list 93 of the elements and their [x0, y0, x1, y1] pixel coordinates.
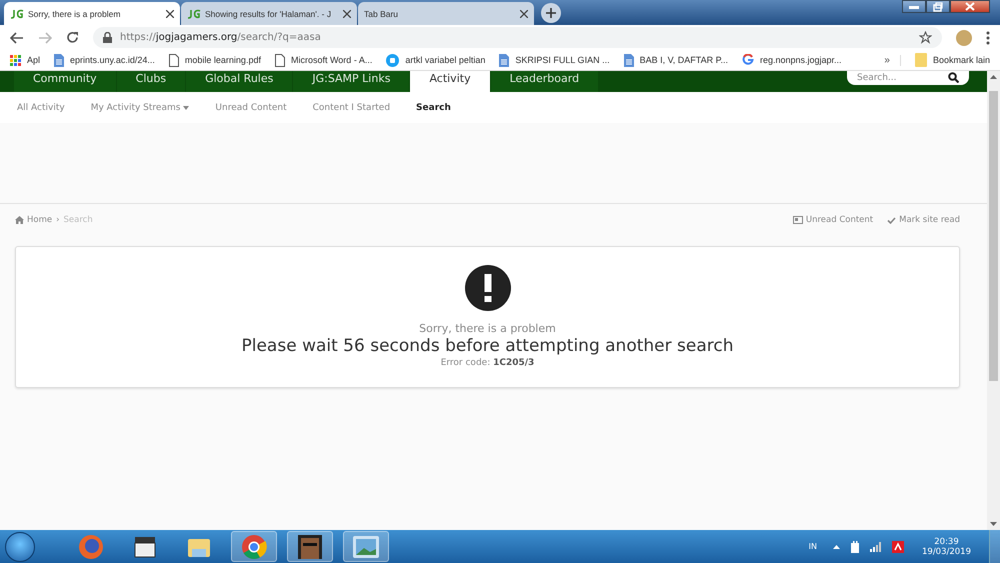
start-button[interactable]: [5, 532, 35, 562]
clock[interactable]: 20:39 19/03/2019: [922, 536, 971, 556]
back-icon[interactable]: [10, 32, 24, 44]
close-icon: [965, 2, 975, 11]
bookmark-label: eprints.uny.ac.id/24...: [70, 55, 155, 65]
subnav-tab[interactable]: All Activity: [17, 102, 65, 112]
document-icon: [54, 54, 64, 66]
new-tab-button[interactable]: [541, 3, 561, 23]
bookmark-label: Bookmark lain: [932, 55, 990, 65]
power-plug-icon[interactable]: [850, 540, 860, 552]
browser-tab[interactable]: Showing results for 'Halaman'. - J: [181, 2, 357, 25]
page-action-link[interactable]: Unread Content: [792, 215, 874, 225]
breadcrumb-current: Search: [64, 215, 93, 225]
more-bookmarks-button[interactable]: »: [884, 54, 901, 66]
google-g-icon: [742, 54, 754, 66]
bookmark-item[interactable]: reg.nonpns.jogjapr...: [742, 54, 842, 66]
nav-tab[interactable]: Community: [14, 71, 116, 92]
close-icon[interactable]: [343, 10, 351, 18]
signal-bars-icon[interactable]: [870, 542, 882, 552]
scroll-down-icon[interactable]: [990, 522, 997, 526]
page-icon: [274, 54, 285, 66]
apps-grid-icon: [10, 54, 21, 66]
tab-title: Sorry, there is a problem: [28, 8, 122, 18]
bookmark-label: artkl variabel peltian: [405, 55, 486, 65]
clock-time: 20:39: [934, 536, 959, 546]
game-icon[interactable]: [287, 531, 333, 562]
breadcrumb-separator: ›: [56, 215, 60, 225]
show-hidden-icons-icon[interactable]: [833, 544, 840, 548]
bookmark-label: mobile learning.pdf: [184, 55, 261, 65]
antivirus-icon[interactable]: [892, 540, 904, 552]
home-icon: [15, 216, 24, 224]
page-icon: [168, 54, 179, 66]
chrome-icon[interactable]: [231, 531, 277, 562]
close-icon[interactable]: [520, 10, 528, 18]
reload-icon[interactable]: [66, 31, 79, 44]
browser-tab[interactable]: Sorry, there is a problem: [4, 2, 180, 25]
bookmark-item[interactable]: BAB I, V, DAFTAR P...: [624, 54, 728, 66]
bookmark-label: SKRIPSI FULL GIAN ...: [515, 55, 610, 65]
address-bar[interactable]: https://jogjagamers.org/search/?q=aasa: [93, 27, 942, 48]
caret-icon: [183, 106, 190, 110]
site-logo-icon: [10, 8, 24, 18]
newspaper-icon: [792, 216, 803, 224]
bookmark-label: reg.nonpns.jogjapr...: [760, 55, 842, 65]
minimize-icon: [909, 4, 919, 8]
error-message: Please wait 56 seconds before attempting another search: [242, 336, 734, 356]
scrollbar[interactable]: [987, 71, 1000, 530]
bookmark-item[interactable]: SKRIPSI FULL GIAN ...: [499, 54, 610, 66]
menu-icon[interactable]: [986, 30, 990, 44]
nav-tab[interactable]: JG:SAMP Links: [293, 71, 410, 92]
checkmark-icon: [887, 216, 896, 224]
subnav-tab[interactable]: Unread Content: [215, 102, 287, 112]
bookmark-item[interactable]: mobile learning.pdf: [168, 54, 261, 66]
subnav-tab[interactable]: Content I Started: [312, 102, 390, 112]
bookmark-label: Microsoft Word - A...: [290, 55, 372, 65]
error-code: Error code: 1C205/3: [440, 358, 534, 368]
nav-tab[interactable]: Leaderboard: [490, 71, 598, 92]
bookmark-item[interactable]: artkl variabel peltian: [386, 54, 486, 66]
restore-button[interactable]: [926, 0, 950, 13]
lock-icon: [103, 32, 112, 43]
search-icon[interactable]: [948, 72, 959, 83]
exclamation-icon: [464, 265, 510, 311]
plus-icon: [546, 8, 556, 18]
bookmark-folder[interactable]: Bookmark lain: [914, 53, 990, 67]
search-field[interactable]: Search...: [847, 71, 969, 85]
browser-tab[interactable]: Tab Baru: [358, 2, 534, 25]
restore-icon: [933, 2, 943, 12]
close-window-button[interactable]: [950, 0, 990, 13]
subnav-tab[interactable]: Search: [416, 102, 451, 112]
document-icon: [499, 54, 510, 66]
star-icon[interactable]: [919, 31, 932, 44]
chat-bubble-icon: [386, 54, 400, 66]
error-title: Sorry, there is a problem: [419, 322, 556, 335]
nav-tab[interactable]: Global Rules: [186, 71, 292, 92]
bookmark-label: Apl: [27, 55, 40, 65]
photo-viewer-icon[interactable]: [343, 531, 389, 562]
nav-tab[interactable]: Activity: [410, 71, 490, 92]
clock-date: 19/03/2019: [922, 546, 971, 556]
nav-tab[interactable]: Clubs: [116, 71, 186, 92]
bookmark-item[interactable]: Apl: [10, 54, 40, 66]
bookmark-item[interactable]: Microsoft Word - A...: [274, 54, 372, 66]
scroll-up-icon[interactable]: [990, 75, 997, 79]
tab-title: Tab Baru: [364, 8, 400, 18]
site-logo-icon: [187, 8, 201, 18]
subnav-tab[interactable]: My Activity Streams: [90, 102, 190, 112]
tab-title: Showing results for 'Halaman'. - J: [205, 8, 332, 18]
language-indicator[interactable]: IN: [808, 542, 817, 551]
close-icon[interactable]: [166, 10, 174, 18]
document-icon: [624, 54, 634, 66]
bookmark-item[interactable]: eprints.uny.ac.id/24...: [54, 54, 155, 66]
bookmark-label: BAB I, V, DAFTAR P...: [640, 55, 728, 65]
url-text: https://jogjagamers.org/search/?q=aasa: [120, 32, 322, 43]
minimize-button[interactable]: [902, 0, 926, 13]
folder-icon: [914, 53, 927, 67]
